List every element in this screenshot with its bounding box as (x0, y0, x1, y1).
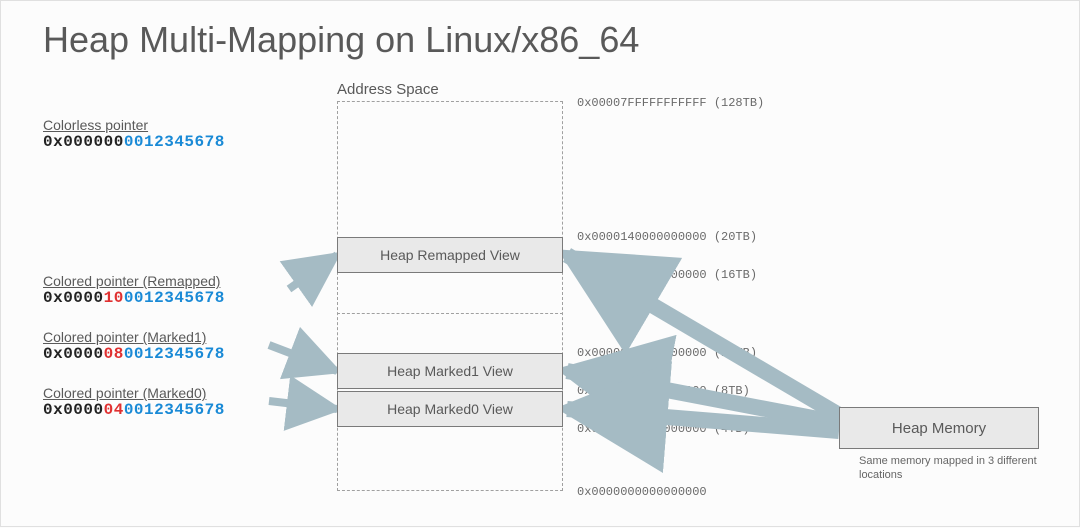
addr-20tb: 0x0000140000000000 (20TB) (577, 230, 757, 244)
addr-top: 0x00007FFFFFFFFFFF (128TB) (577, 96, 764, 110)
heap-marked0-view: Heap Marked0 View (337, 391, 563, 427)
addr-12tb: 0x00000C0000000000 (12TB) (577, 346, 757, 360)
heap-memory-box: Heap Memory (839, 407, 1039, 449)
pointer-remapped: Colored pointer (Remapped) 0x00001000123… (43, 273, 323, 307)
addr-8tb: 0x0000080000000000 (8TB) (577, 384, 750, 398)
slide-title: Heap Multi-Mapping on Linux/x86_64 (43, 19, 639, 61)
addr-4tb: 0x0000040000000000 (4TB) (577, 422, 750, 436)
pointer-colorless: Colorless pointer 0x0000000012345678 (43, 117, 323, 151)
addr-bot: 0x0000000000000000 (577, 485, 707, 499)
pointer-marked1-label: Colored pointer (Marked1) (43, 329, 323, 345)
address-space-box (337, 101, 563, 491)
address-space-divider (337, 313, 563, 314)
pointer-marked0-hex: 0x0000040012345678 (43, 401, 323, 419)
addr-16tb: 0x0000100000000000 (16TB) (577, 268, 757, 282)
pointer-colorless-label: Colorless pointer (43, 117, 323, 133)
pointer-marked1-hex: 0x0000080012345678 (43, 345, 323, 363)
pointer-remapped-label: Colored pointer (Remapped) (43, 273, 323, 289)
pointer-marked0-label: Colored pointer (Marked0) (43, 385, 323, 401)
heap-marked1-view: Heap Marked1 View (337, 353, 563, 389)
pointer-colorless-hex: 0x0000000012345678 (43, 133, 323, 151)
pointer-marked1: Colored pointer (Marked1) 0x000008001234… (43, 329, 323, 363)
pointer-remapped-hex: 0x0000100012345678 (43, 289, 323, 307)
address-space-label: Address Space (337, 81, 439, 98)
pointer-marked0: Colored pointer (Marked0) 0x000004001234… (43, 385, 323, 419)
mapping-note: Same memory mapped in 3 different locati… (859, 455, 1049, 483)
heap-remapped-view: Heap Remapped View (337, 237, 563, 273)
